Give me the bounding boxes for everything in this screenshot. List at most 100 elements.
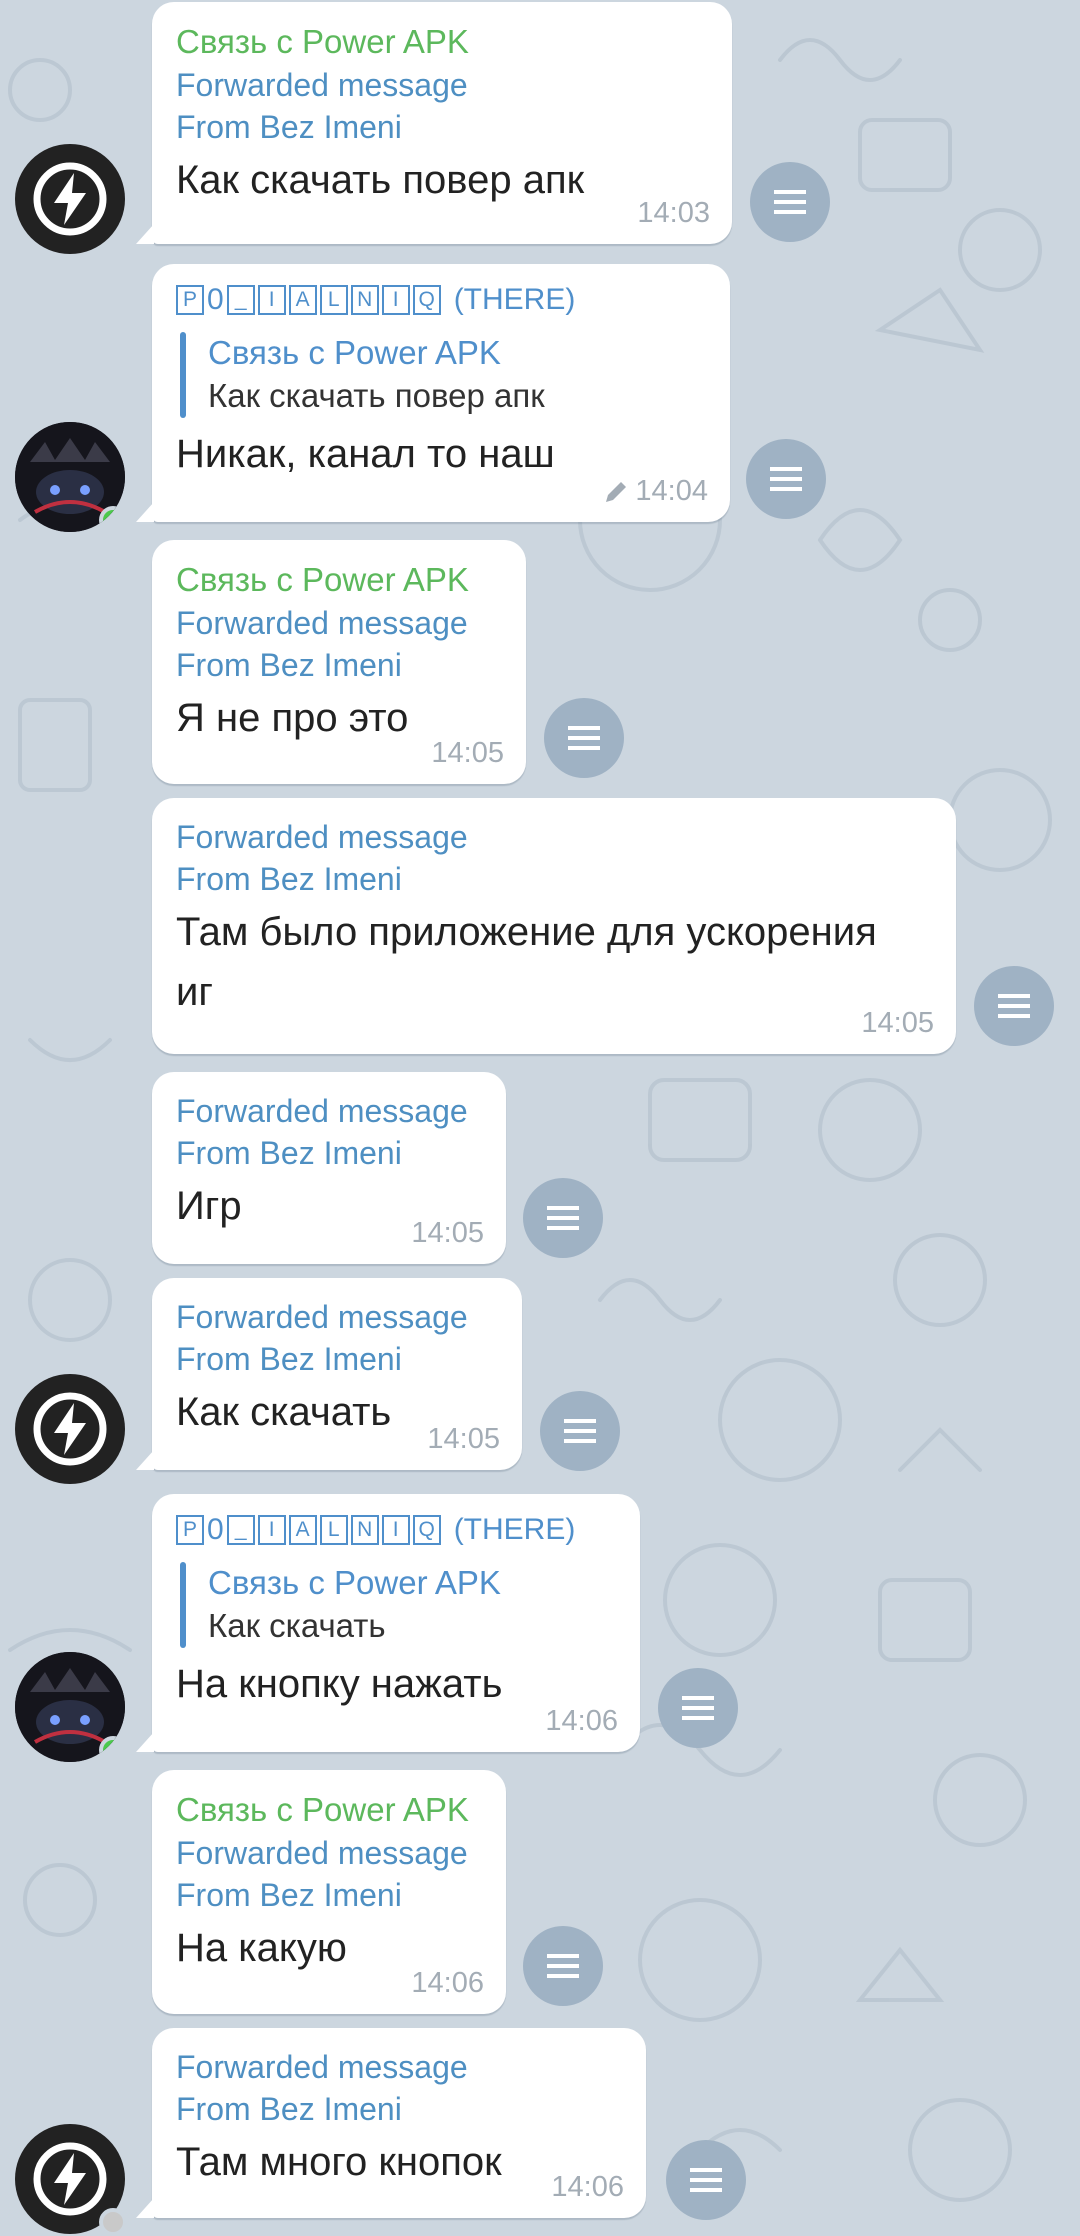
sender-tag: (THERE) [453,1513,576,1546]
forwarded-from[interactable]: From Bez Imeni [176,1132,482,1174]
lightning-bolt-icon [33,1392,107,1466]
forwarded-label: Forwarded message [176,2049,468,2085]
message-bubble[interactable]: P 0 _ I A L N I Q (THERE) Связь с Power … [152,1494,640,1752]
sender-avatar[interactable] [15,422,125,532]
online-indicator [99,506,125,532]
share-button[interactable] [666,2140,746,2220]
message-time: 14:05 [427,1423,500,1456]
share-icon [770,467,802,491]
forwarded-from[interactable]: From Bez Imeni [176,1874,482,1916]
name-char: Q [412,285,441,315]
share-icon [682,1696,714,1720]
name-char: _ [226,1515,255,1545]
name-char: N [350,285,379,315]
message-bubble[interactable]: Forwarded message From Bez Imeni Там мно… [152,2028,646,2218]
time-label: 14:06 [545,1705,618,1737]
forwarded-from[interactable]: From Bez Imeni [176,2088,622,2130]
time-label: 14:06 [551,2171,624,2203]
name-char: L [319,285,348,315]
name-char: A [288,285,317,315]
message-bubble[interactable]: Связь с Power APK Forwarded message From… [152,1770,506,2014]
share-icon [547,1954,579,1978]
forward-source-name[interactable]: Связь с Power APK [176,20,708,64]
reply-bar [180,332,186,418]
message-time: 14:05 [431,737,504,770]
forwarded-label: Forwarded message [176,605,468,641]
forwarded-label: Forwarded message [176,1299,468,1335]
message-bubble[interactable]: Forwarded message From Bez Imeni Игр 14:… [152,1072,506,1264]
name-char: 0 [207,1513,224,1546]
forwarded-from[interactable]: From Bez Imeni [176,644,502,686]
sender-avatar[interactable] [15,2124,127,2236]
message-bubble[interactable]: Forwarded message From Bez Imeni Как ска… [152,1278,522,1470]
share-button[interactable] [540,1391,620,1471]
time-label: 14:03 [637,197,710,229]
forwarded-label: Forwarded message [176,819,468,855]
forward-source-name[interactable]: Связь с Power APK [176,558,502,602]
name-char: I [381,1515,410,1545]
message-time: 14:03 [637,197,710,230]
time-label: 14:05 [411,1217,484,1249]
time-label: 14:06 [411,1967,484,1999]
share-button[interactable] [544,698,624,778]
message-time: 14:06 [551,2171,624,2204]
message-bubble[interactable]: Связь с Power APK Forwarded message From… [152,2,732,244]
forwarded-from[interactable]: From Bez Imeni [176,106,708,148]
message-bubble[interactable]: P 0 _ I A L N I Q (THERE) Связь с Power … [152,264,730,522]
share-icon [564,1419,596,1443]
share-icon [690,2168,722,2192]
name-char: N [350,1515,379,1545]
name-char: _ [226,285,255,315]
sender-name[interactable]: P 0 _ I A L N I Q (THERE) [176,1508,616,1552]
message-text: Как скачать повер апк [176,158,585,202]
pencil-icon [606,481,627,502]
message-time: 14:05 [411,1217,484,1250]
forward-source-name[interactable]: Связь с Power APK [176,1788,482,1832]
sender-avatar[interactable] [15,144,125,254]
reply-sender: Связь с Power APK [208,1564,501,1601]
name-char: A [288,1515,317,1545]
time-label: 14:05 [431,737,504,769]
time-label: 14:04 [635,475,708,507]
forwarded-from[interactable]: From Bez Imeni [176,1338,498,1380]
name-char: I [257,1515,286,1545]
name-char: I [381,285,410,315]
share-button[interactable] [974,966,1054,1046]
share-icon [547,1206,579,1230]
reply-bar [180,1562,186,1648]
lightning-bolt-icon [33,162,107,236]
message-bubble[interactable]: Связь с Power APK Forwarded message From… [152,540,526,784]
name-char: L [319,1515,348,1545]
message-time: 14:04 [603,475,708,508]
forwarded-label: Forwarded message [176,67,468,103]
message-bubble[interactable]: Forwarded message From Bez Imeni Там был… [152,798,956,1054]
online-indicator [99,1736,125,1762]
reply-text: Как скачать [208,1607,386,1644]
forwarded-label: Forwarded message [176,1835,468,1871]
message-text: Там было приложение для ускорения иг [176,910,877,1014]
share-button[interactable] [523,1926,603,2006]
time-label: 14:05 [861,1007,934,1039]
sender-avatar[interactable] [15,1652,125,1762]
forwarded-label: Forwarded message [176,1093,468,1129]
name-char: P [176,285,204,315]
message-time: 14:06 [411,1967,484,2000]
reply-preview[interactable]: Связь с Power APK Как скачать [180,1562,616,1648]
sender-avatar[interactable] [15,1374,125,1484]
message-time: 14:06 [545,1705,618,1738]
reply-preview[interactable]: Связь с Power APK Как скачать повер апк [180,332,706,418]
name-char: Q [412,1515,441,1545]
share-icon [774,190,806,214]
sender-tag: (THERE) [453,283,576,316]
name-char: P [176,1515,204,1545]
share-button[interactable] [750,162,830,242]
share-button[interactable] [658,1668,738,1748]
lightning-bolt-icon [33,2142,107,2216]
reply-text: Как скачать повер апк [208,377,545,414]
share-icon [998,994,1030,1018]
share-button[interactable] [746,439,826,519]
sender-name[interactable]: P 0 _ I A L N I Q (THERE) [176,278,706,322]
forwarded-from[interactable]: From Bez Imeni [176,858,932,900]
name-char: 0 [207,283,224,316]
share-button[interactable] [523,1178,603,1258]
